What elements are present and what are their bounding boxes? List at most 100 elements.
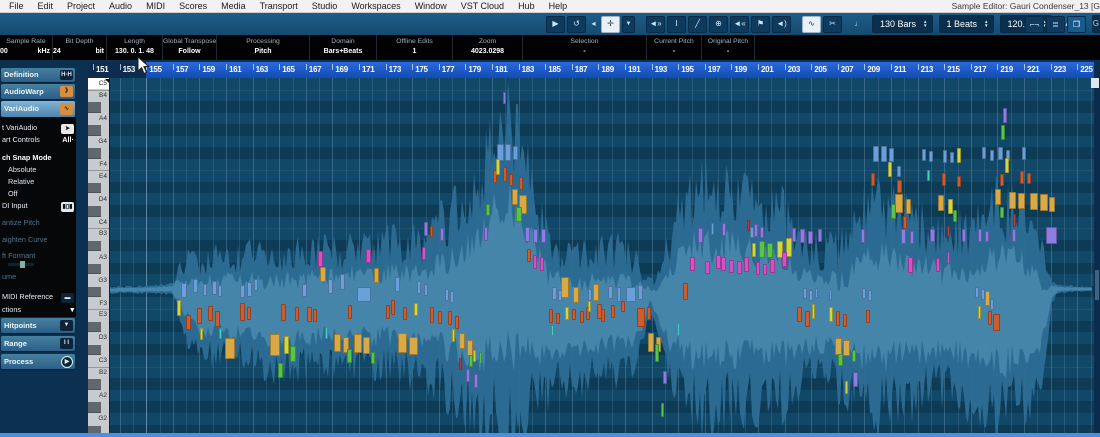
ruler-bar-205[interactable]: 205 <box>814 65 826 74</box>
key-a-4[interactable] <box>88 102 101 113</box>
pitch-segment[interactable] <box>561 277 569 298</box>
pitch-segment[interactable] <box>278 363 283 378</box>
formant-slider[interactable] <box>8 263 34 266</box>
warp-icon[interactable]: ⟫ <box>60 86 73 97</box>
pitch-segment[interactable] <box>445 289 449 301</box>
key-a4[interactable]: A4 <box>99 115 107 122</box>
info-value[interactable]: 24bit <box>53 46 106 57</box>
ruler-bar-185[interactable]: 185 <box>548 65 560 74</box>
pitch-segment[interactable] <box>496 159 500 175</box>
key-f-3[interactable] <box>88 287 101 298</box>
ruler-bar-203[interactable]: 203 <box>788 65 800 74</box>
key-g2[interactable]: G2 <box>98 415 107 422</box>
pitch-segment[interactable] <box>836 311 840 326</box>
marker-button[interactable]: ⚑ <box>751 16 770 33</box>
pitch-segment[interactable] <box>1022 147 1026 160</box>
pitch-segment[interactable] <box>588 301 591 312</box>
pitch-segment[interactable] <box>936 258 940 272</box>
ruler-bar-215[interactable]: 215 <box>947 65 959 74</box>
pitch-segment[interactable] <box>215 311 220 327</box>
pitch-segment[interactable] <box>459 358 462 370</box>
pitch-segment[interactable] <box>197 308 202 324</box>
pitch-segment[interactable] <box>1009 192 1016 209</box>
pitch-segment[interactable] <box>763 264 767 275</box>
key-d-3[interactable] <box>88 322 101 333</box>
pitch-segment[interactable] <box>897 166 901 177</box>
key-b3[interactable]: B3 <box>99 230 107 237</box>
pitch-segment[interactable] <box>947 252 950 264</box>
draw-tool[interactable]: ╱ <box>688 16 707 33</box>
pitch-segment[interactable] <box>895 194 903 213</box>
pitch-segment[interactable] <box>347 349 352 363</box>
key-c3[interactable]: C3 <box>99 357 107 364</box>
key-c-4[interactable] <box>88 206 101 217</box>
info-value[interactable]: Bars+Beats <box>310 46 376 57</box>
menu-file[interactable]: File <box>2 1 31 11</box>
pitch-segment[interactable] <box>655 344 659 362</box>
pitch-segment[interactable] <box>908 257 913 273</box>
pitch-segment[interactable] <box>770 259 775 273</box>
pitch-segment[interactable] <box>540 257 544 271</box>
pitch-segment[interactable] <box>1013 214 1016 227</box>
funnel-icon[interactable]: ▼ <box>60 320 73 331</box>
pitch-segment[interactable] <box>767 243 773 258</box>
sidebar-item-di-input[interactable]: DI Input▮▯▮ <box>0 200 76 212</box>
pitch-segment[interactable] <box>424 284 428 296</box>
ruler-bar-179[interactable]: 179 <box>468 65 480 74</box>
sidebar-section-hitpoints[interactable]: Hitpoints▼ <box>1 318 75 333</box>
pitch-segment[interactable] <box>722 223 726 236</box>
pitch-segment[interactable] <box>871 173 875 186</box>
pitch-segment[interactable] <box>975 287 979 298</box>
hh-icon[interactable]: H-H <box>60 70 73 80</box>
piano-keyboard[interactable]: C5B4A4G4F4E4D4C4B3A3G3F3E3D3C3B2A2G2 <box>88 78 110 433</box>
pitch-segment[interactable] <box>962 229 966 242</box>
pitch-segment[interactable] <box>1040 194 1048 211</box>
pitch-segment[interactable] <box>901 229 906 244</box>
pitch-segment[interactable] <box>818 229 822 242</box>
ruler-bar-171[interactable]: 171 <box>362 65 374 74</box>
ruler-bar-209[interactable]: 209 <box>867 65 879 74</box>
pitch-segment[interactable] <box>1027 173 1031 184</box>
pitch-segment[interactable] <box>835 338 842 355</box>
pitch-segment[interactable] <box>953 210 957 222</box>
sidebar-item-off[interactable]: Off <box>0 188 76 199</box>
sidebar-item-absolute[interactable]: Absolute <box>0 164 76 175</box>
pitch-segment[interactable] <box>978 229 982 242</box>
pitch-segment[interactable] <box>512 189 518 205</box>
menu-audio[interactable]: Audio <box>102 1 139 11</box>
bar-ruler[interactable]: 1511531551571591611631651671691711731751… <box>88 62 1100 78</box>
key-a-2[interactable] <box>88 379 101 390</box>
pitch-segment[interactable] <box>647 307 651 320</box>
pitch-segment[interactable] <box>527 249 531 262</box>
pitch-segment[interactable] <box>391 300 395 315</box>
info-value[interactable]: Follow <box>163 46 216 57</box>
cycle-button[interactable]: ↺ <box>567 16 586 33</box>
pitch-segment[interactable] <box>995 189 1001 205</box>
pitch-segment[interactable] <box>1049 197 1055 212</box>
pitch-segment[interactable] <box>803 288 807 299</box>
ruler-bar-187[interactable]: 187 <box>575 65 587 74</box>
pitch-segment[interactable] <box>891 204 896 219</box>
key-d-4[interactable] <box>88 183 101 194</box>
pitch-segment[interactable] <box>247 307 251 320</box>
pitch-segment[interactable] <box>240 303 245 321</box>
pitch-segment[interactable] <box>897 180 902 193</box>
pitch-segment[interactable] <box>800 229 805 243</box>
ruler-bar-225[interactable]: 225 <box>1080 65 1092 74</box>
pitch-segment[interactable] <box>565 307 569 320</box>
pitch-segment[interactable] <box>474 374 478 388</box>
piano-icon[interactable]: ▮▯▮ <box>61 202 74 212</box>
pitch-segment[interactable] <box>903 216 907 229</box>
info-value[interactable]: 00kHz <box>0 46 52 57</box>
pitch-segment[interactable] <box>853 372 858 387</box>
ruler-bar-151[interactable]: 151 <box>96 65 108 74</box>
pitch-segment[interactable] <box>208 306 213 321</box>
collapse-left-icon[interactable]: ◂ <box>588 16 599 33</box>
arrow-icon[interactable]: ➤ <box>61 124 74 134</box>
pitch-segment[interactable] <box>729 260 734 273</box>
info-value[interactable]: - <box>523 46 646 57</box>
ruler-bar-217[interactable]: 217 <box>974 65 986 74</box>
pitch-segment[interactable] <box>889 148 894 162</box>
object-selection-tool[interactable]: ✛ <box>601 16 620 33</box>
pitch-segment[interactable] <box>270 334 280 356</box>
